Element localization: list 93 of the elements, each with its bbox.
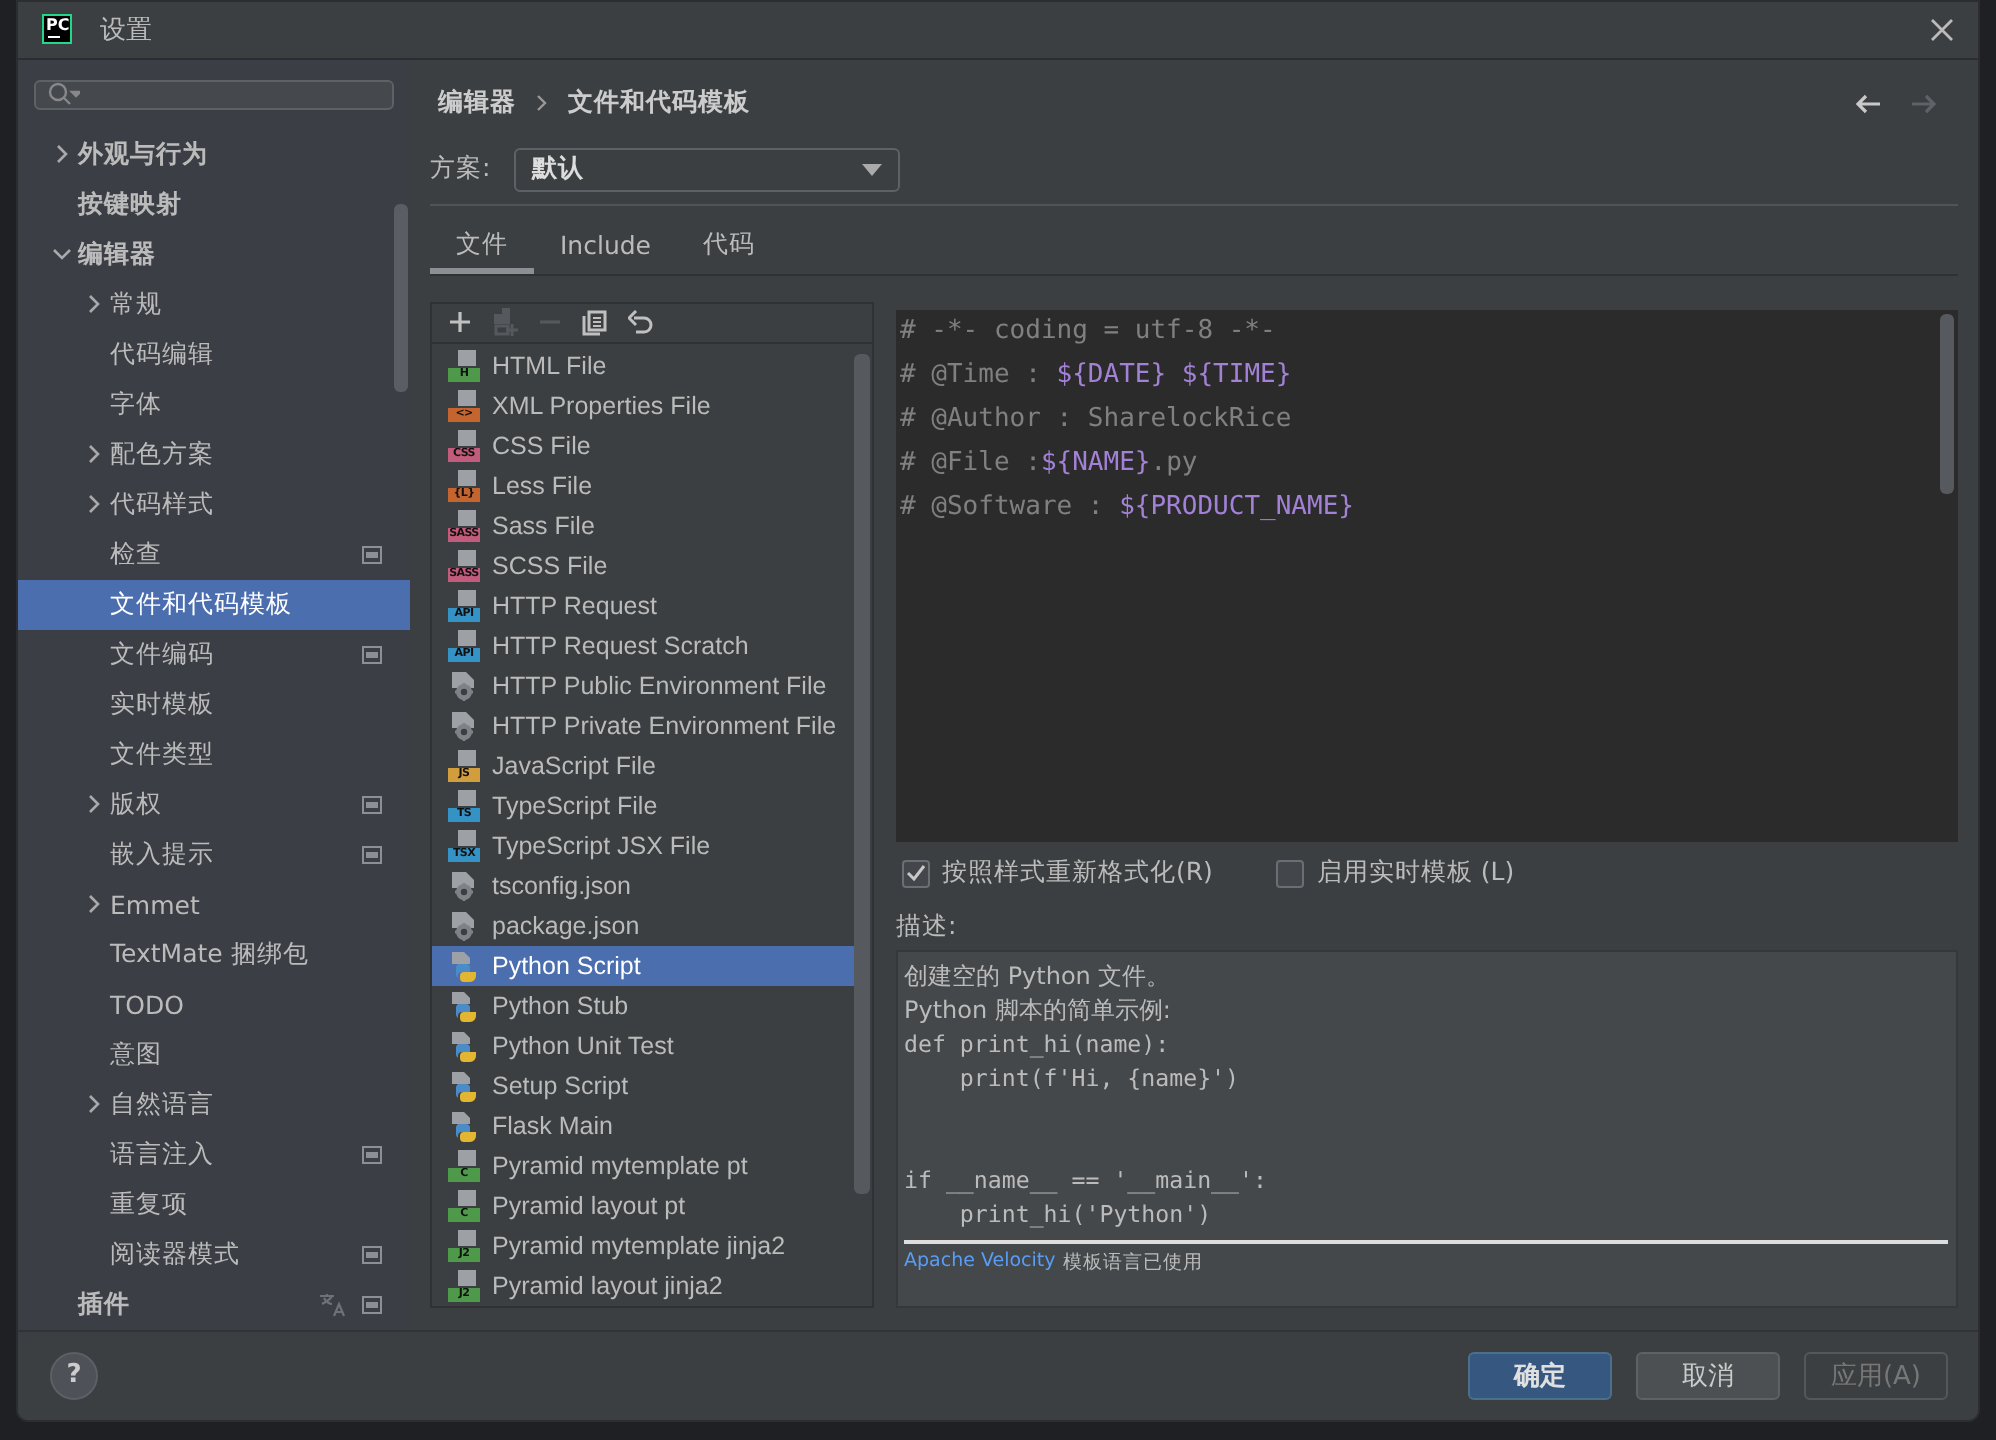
sidebar-item[interactable]: 阅读器模式 (18, 1229, 410, 1280)
code-line: # -*- coding = utf-8 -*- (900, 313, 1278, 350)
python-file-icon (448, 1069, 480, 1102)
scrollbar[interactable] (854, 353, 870, 1194)
template-item[interactable]: Python Stub (432, 985, 854, 1026)
template-item[interactable]: HTTP Private Environment File (432, 705, 854, 746)
sidebar-item[interactable]: 版权 (18, 779, 410, 830)
sidebar-item[interactable]: 插件 (18, 1279, 410, 1330)
dropdown-arrow-icon (862, 163, 883, 176)
help-button[interactable]: ? (50, 1351, 98, 1400)
code-line: def print_hi(name): (904, 1027, 1172, 1062)
tab[interactable]: 代码 (677, 221, 782, 274)
chevron-right-icon[interactable] (86, 894, 102, 915)
close-icon[interactable] (1930, 17, 1954, 42)
copy-icon[interactable] (582, 309, 608, 336)
chevron-right-icon[interactable] (86, 444, 102, 465)
template-item[interactable]: HTTP Public Environment File (432, 665, 854, 706)
sidebar-item[interactable]: 语言注入 (18, 1129, 410, 1180)
code-line: print(f'Hi, {name}') (957, 1061, 1242, 1096)
code-line: # @File :${NAME}.py (900, 445, 1200, 482)
python-file-icon (448, 1109, 480, 1142)
scrollbar[interactable] (394, 203, 408, 392)
dialog-button[interactable]: 确定 (1468, 1351, 1612, 1400)
config-file-icon (448, 869, 480, 902)
sidebar-item[interactable]: 检查 (18, 529, 410, 580)
sidebar-item[interactable]: 代码样式 (18, 479, 410, 530)
checkbox[interactable] (902, 859, 930, 888)
config-file-icon (448, 909, 480, 942)
template-item[interactable]: tsconfig.json (432, 865, 854, 906)
window-title: 设置 (100, 13, 154, 48)
checkbox[interactable] (1276, 859, 1305, 888)
sidebar-item[interactable]: Emmet (18, 879, 410, 930)
config-file-icon (448, 709, 480, 742)
revert-icon[interactable] (628, 310, 654, 335)
tab[interactable]: Include (534, 221, 678, 274)
python-file-icon (448, 989, 480, 1022)
app-logo: PC (42, 14, 72, 45)
breadcrumb-item[interactable]: 编辑器 (438, 86, 516, 121)
chevron-right-icon[interactable] (54, 144, 70, 165)
footer-note: 模板语言已使用 (1063, 1249, 1204, 1276)
search-field[interactable] (34, 79, 394, 110)
sidebar-item[interactable]: 字体 (18, 379, 410, 430)
search-icon (48, 82, 80, 107)
scheme-dropdown[interactable]: 默认 (514, 147, 901, 192)
scrollbar[interactable] (1940, 313, 1954, 494)
add-icon[interactable] (448, 310, 472, 335)
breadcrumb-separator-icon (536, 94, 548, 113)
sidebar-item[interactable]: TextMate 捆绑包 (18, 929, 410, 980)
tab[interactable]: 文件 (430, 221, 534, 274)
sidebar-item[interactable]: 配色方案 (18, 429, 410, 480)
template-item[interactable]: Flask Main (432, 1105, 854, 1146)
code-line: # @Software : ${PRODUCT_NAME} (900, 489, 1356, 526)
template-item[interactable]: Setup Script (432, 1065, 854, 1106)
description-text: 创建空的 Python 文件。 (904, 959, 1173, 994)
code-editor[interactable]: # -*- coding = utf-8 -*- # @Time : ${DATE} ${TIME} # @Author : SharelockRice # @File :${NAME}.py # @Software : ${PRODUCT_NAME} (896, 309, 1958, 842)
sidebar-item[interactable]: 文件类型 (18, 729, 410, 780)
chevron-right-icon[interactable] (86, 1094, 102, 1115)
sidebar-item[interactable]: 编辑器 (18, 229, 410, 280)
scheme-label: 方案: (430, 152, 491, 187)
chevron-right-icon[interactable] (86, 294, 102, 315)
template-item[interactable]: package.json (432, 905, 854, 946)
description-label: 描述: (896, 910, 957, 945)
python-file-icon (448, 949, 480, 982)
config-file-icon (448, 669, 480, 702)
back-arrow-icon[interactable] (1854, 91, 1882, 116)
dialog-button[interactable]: 取消 (1636, 1351, 1780, 1400)
sidebar-item[interactable]: 文件和代码模板 (18, 579, 410, 630)
sidebar-item[interactable]: 自然语言 (18, 1079, 410, 1130)
sidebar-item[interactable]: TODO (18, 979, 410, 1030)
code-line: print_hi('Python') (957, 1197, 1214, 1232)
sidebar-item[interactable]: 文件编码 (18, 629, 410, 680)
velocity-link[interactable]: Apache Velocity (904, 1249, 1056, 1276)
sidebar-item[interactable]: 重复项 (18, 1179, 410, 1230)
chevron-right-icon[interactable] (86, 494, 102, 515)
sidebar-item[interactable]: 外观与行为 (18, 129, 410, 180)
sidebar-item[interactable]: 按键映射 (18, 179, 410, 230)
code-line: if __name__ == '__main__': (904, 1163, 1269, 1198)
template-item[interactable]: Python Unit Test (432, 1025, 854, 1066)
checkbox-label[interactable]: 按照样式重新格式化(R) (942, 856, 1213, 891)
template-item[interactable]: Python Script (432, 945, 854, 986)
chevron-down-icon[interactable] (52, 246, 72, 263)
code-line: # @Author : SharelockRice (900, 401, 1294, 438)
sidebar-item[interactable]: 嵌入提示 (18, 829, 410, 880)
sidebar-item[interactable]: 实时模板 (18, 679, 410, 730)
code-line: # @Time : ${DATE} ${TIME} (900, 357, 1294, 394)
checkbox-label[interactable]: 启用实时模板 (L) (1316, 856, 1515, 891)
sidebar-item[interactable]: 意图 (18, 1029, 410, 1080)
description-text: Python 脚本的简单示例: (904, 993, 1173, 1028)
python-file-icon (448, 1029, 480, 1062)
sidebar-item[interactable]: 常规 (18, 279, 410, 330)
sidebar-item[interactable]: 代码编辑 (18, 329, 410, 380)
chevron-right-icon[interactable] (86, 794, 102, 815)
breadcrumb-item: 文件和代码模板 (568, 86, 750, 121)
